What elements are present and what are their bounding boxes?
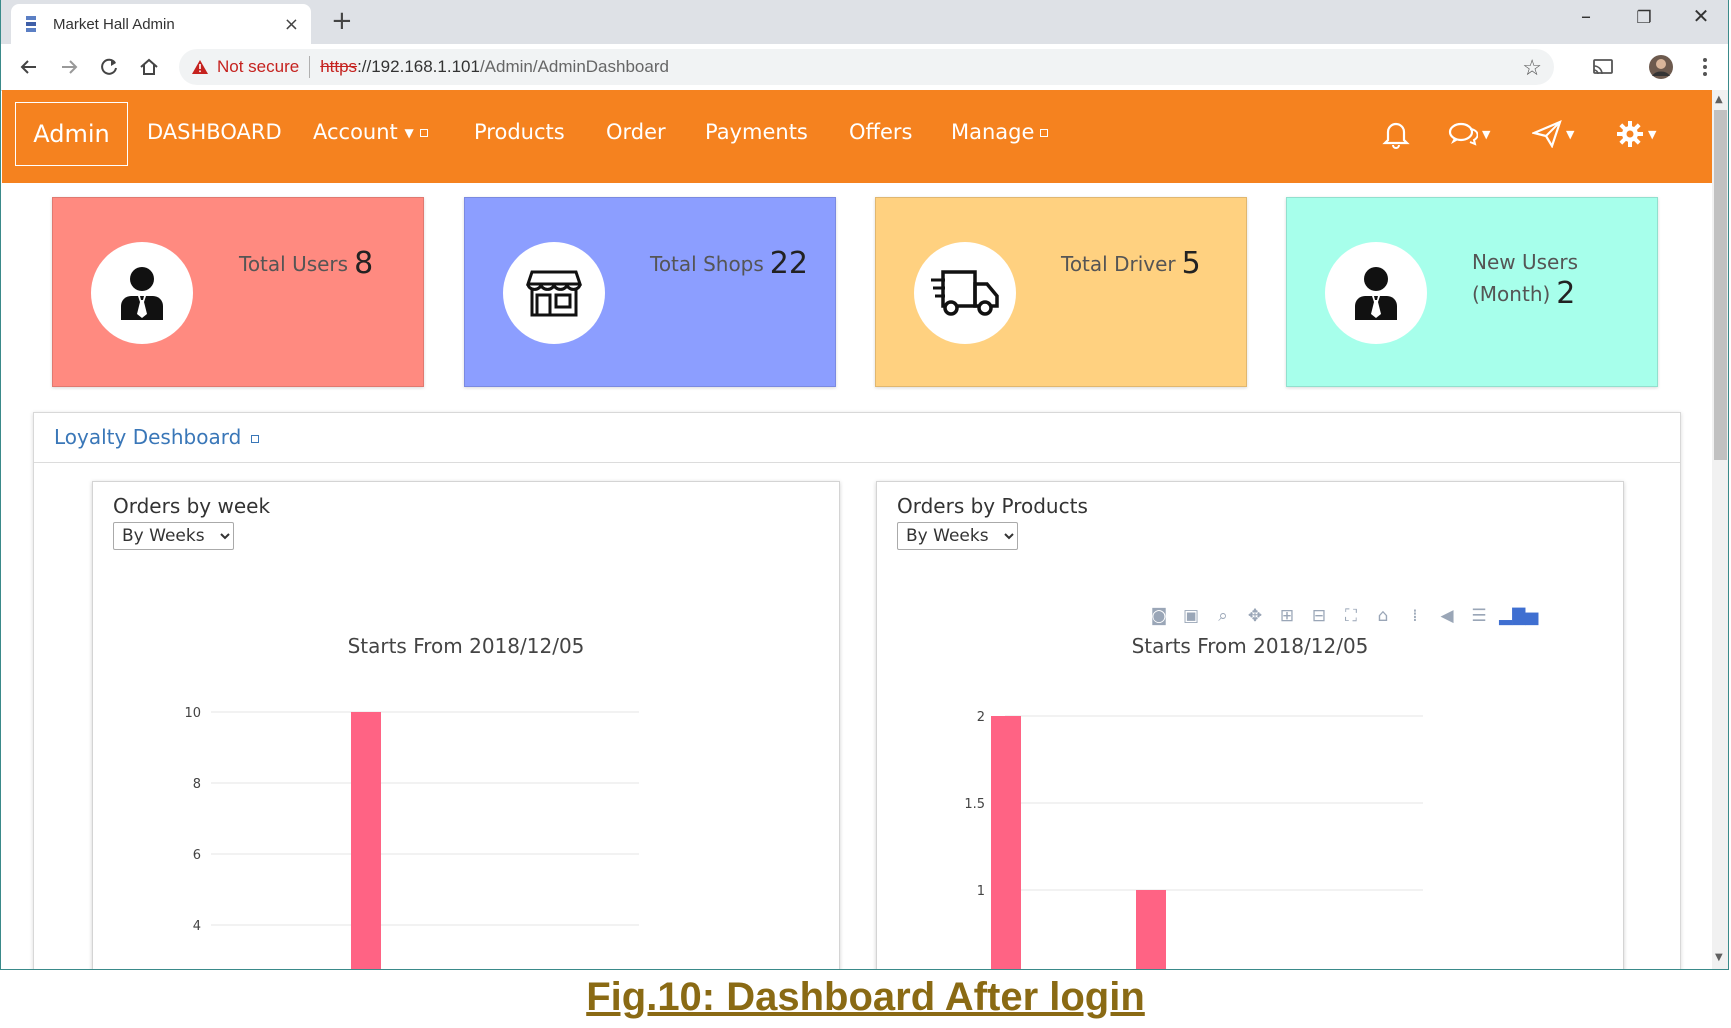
scroll-down-icon[interactable]: ▼ (1715, 952, 1723, 963)
caret-down-icon: ▼ (404, 126, 414, 140)
stat-value: 22 (769, 246, 808, 281)
chart-card-orders-by-week: Orders by week By Weeks Starts From 2018… (92, 481, 840, 969)
close-tab-icon[interactable]: × (284, 14, 299, 35)
forward-icon[interactable] (55, 53, 83, 81)
user-icon (1355, 267, 1397, 320)
stat-card-total-users[interactable]: Total Users 8 (52, 197, 424, 387)
y-tick-label: 2 (977, 710, 985, 725)
nav-order[interactable]: Order (606, 120, 666, 144)
scroll-up-icon[interactable]: ▲ (1715, 94, 1723, 105)
cast-icon[interactable] (1589, 53, 1617, 81)
stat-label: Total Shops (650, 252, 764, 276)
card-icon-circle (503, 242, 605, 344)
y-tick-label: 6 (193, 848, 201, 863)
y-tick-label: 8 (193, 777, 201, 792)
restore-icon[interactable]: ❐ (1624, 8, 1664, 28)
card-icon-circle (1325, 242, 1427, 344)
close-window-icon[interactable]: ✕ (1681, 4, 1721, 28)
settings-gear-icon[interactable]: ▼ (1616, 118, 1656, 150)
messages-icon[interactable]: ▼ (1448, 118, 1490, 150)
stat-label-sub: (Month) (1472, 282, 1551, 306)
figure-caption: Fig.10: Dashboard After login (586, 975, 1145, 1019)
browser-toolbar: Not secure https ://192.168.1.101 /Admin… (1, 44, 1728, 91)
tab-title: Market Hall Admin (53, 15, 175, 33)
loyalty-title[interactable]: Loyalty Deshboard (54, 425, 260, 449)
site-favicon-icon (26, 16, 36, 32)
app-navbar: Admin DASHBOARD Account ▼ Products Order… (2, 90, 1712, 183)
profile-avatar-icon[interactable] (1647, 53, 1675, 81)
stat-value: 2 (1556, 276, 1576, 311)
user-icon (121, 267, 163, 320)
orders-by-week-chart: 4 6 8 10 (184, 706, 639, 969)
address-bar[interactable]: Not secure https ://192.168.1.101 /Admin… (179, 49, 1554, 85)
y-tick-label: 1.5 (964, 797, 985, 812)
back-icon[interactable] (15, 53, 43, 81)
y-tick-label: 1 (977, 884, 985, 899)
bar (1136, 890, 1166, 969)
stat-label: Total Driver (1061, 252, 1176, 276)
loyalty-panel: Loyalty Deshboard Orders by week By Week… (33, 412, 1681, 969)
nav-manage-label: Manage (951, 120, 1035, 144)
loyalty-title-text: Loyalty Deshboard (54, 425, 242, 449)
stat-card-new-users[interactable]: New Users (Month) 2 (1286, 197, 1658, 387)
stat-label: Total Users (239, 252, 349, 276)
url-host: ://192.168.1.101 (357, 57, 480, 76)
dropdown-box-icon (419, 129, 428, 137)
vertical-scrollbar[interactable]: ▲ ▼ (1712, 90, 1728, 969)
nav-account[interactable]: Account ▼ (313, 120, 428, 144)
chart-card-orders-by-products: Orders by Products By Weeks ◙ ▣ ⌕ ✥ ⊞ ⊟ … (876, 481, 1624, 969)
nav-manage[interactable]: Manage (951, 120, 1049, 144)
bar (351, 712, 381, 969)
stat-label: New Users (1472, 250, 1578, 274)
stat-card-total-shops[interactable]: Total Shops 22 (464, 197, 836, 387)
stat-value: 8 (354, 246, 374, 281)
nav-products[interactable]: Products (474, 120, 565, 144)
nav-offers[interactable]: Offers (849, 120, 913, 144)
scrollbar-thumb[interactable] (1714, 110, 1727, 460)
panel-header: Loyalty Deshboard (34, 413, 1680, 463)
y-tick-label: 10 (184, 706, 201, 721)
nav-account-label: Account (313, 120, 398, 144)
shop-icon (526, 270, 582, 317)
truck-icon (931, 270, 999, 316)
dropdown-box-icon (1040, 129, 1049, 137)
brand-admin[interactable]: Admin (15, 102, 128, 166)
minimize-icon[interactable]: – (1566, 4, 1606, 28)
bookmark-star-icon[interactable]: ☆ (1522, 55, 1542, 81)
notifications-bell-icon[interactable] (1382, 118, 1410, 150)
url-scheme: https (320, 57, 358, 76)
warning-icon (192, 60, 208, 74)
menu-dots-icon[interactable] (1691, 53, 1719, 81)
nav-dashboard[interactable]: DASHBOARD (147, 120, 282, 144)
browser-window: Market Hall Admin × + – ❐ ✕ Not secure h… (0, 0, 1729, 970)
reload-icon[interactable] (95, 53, 123, 81)
y-tick-label: 4 (193, 919, 201, 934)
tab-strip: Market Hall Admin × + – ❐ ✕ (1, 0, 1728, 44)
bar (991, 716, 1021, 969)
nav-payments[interactable]: Payments (705, 120, 808, 144)
not-secure-label: Not secure (217, 57, 300, 76)
home-icon[interactable] (135, 53, 163, 81)
send-icon[interactable]: ▼ (1532, 118, 1574, 150)
url-path: /Admin/AdminDashboard (479, 57, 669, 76)
stat-card-total-driver[interactable]: Total Driver 5 (875, 197, 1247, 387)
stat-value: 5 (1181, 246, 1201, 281)
collapse-box-icon (251, 434, 260, 443)
card-icon-circle (914, 242, 1016, 344)
card-icon-circle (91, 242, 193, 344)
browser-tab[interactable]: Market Hall Admin × (11, 4, 311, 44)
orders-by-products-chart: 11.52 (964, 710, 1423, 969)
new-tab-button[interactable]: + (331, 6, 353, 36)
